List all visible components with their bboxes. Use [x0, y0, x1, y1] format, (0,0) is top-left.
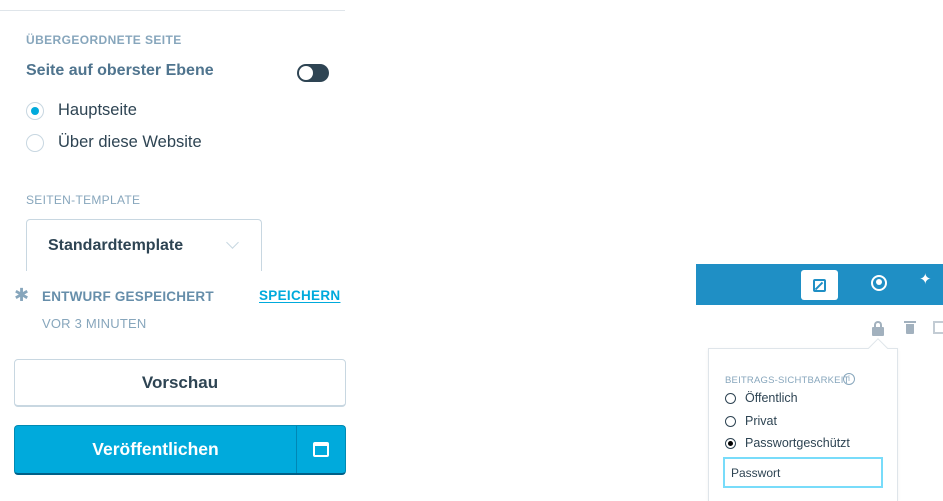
page-template-value: Standardtemplate: [48, 236, 184, 254]
draft-time: VOR 3 MINUTEN: [42, 316, 147, 331]
trash-icon[interactable]: [904, 321, 916, 334]
radio-button[interactable]: [26, 133, 44, 152]
parent-option-label: Hauptseite: [58, 101, 137, 119]
password-input[interactable]: [723, 457, 883, 488]
visibility-option-label: Öffentlich: [745, 391, 798, 405]
preview-button[interactable]: Vorschau: [14, 359, 346, 407]
top-divider: [0, 10, 345, 11]
radio-button-selected[interactable]: [725, 437, 736, 449]
calendar-icon: [313, 442, 329, 457]
parent-option-about[interactable]: Über diese Website: [26, 133, 202, 152]
page-template-select[interactable]: Standardtemplate: [26, 219, 262, 271]
visibility-option-password[interactable]: Passwortgeschützt: [725, 436, 850, 450]
pin-icon[interactable]: ✦: [919, 272, 932, 288]
page-template-label: SEITEN-TEMPLATE: [26, 193, 141, 207]
lock-body: [872, 327, 884, 336]
chevron-down-icon: [226, 236, 239, 249]
edit-icon: [813, 278, 826, 292]
visibility-option-private[interactable]: Privat: [725, 414, 777, 428]
radio-button-selected[interactable]: [26, 101, 44, 120]
avatar-icon[interactable]: [871, 275, 887, 291]
visibility-label: BEITRAGS-SICHTBARKEIT: [725, 375, 850, 386]
gear-icon: ✱: [14, 285, 30, 305]
trash-lid: [904, 321, 916, 323]
schedule-button[interactable]: [297, 426, 345, 473]
publish-button-label: Veröffentlichen: [92, 439, 219, 459]
info-icon[interactable]: i: [843, 373, 855, 385]
radio-button[interactable]: [725, 392, 736, 404]
toggle-knob: [299, 66, 313, 80]
radio-button[interactable]: [725, 415, 736, 427]
lock-icon[interactable]: [872, 321, 884, 336]
preview-button-label: Vorschau: [141, 372, 219, 392]
visibility-option-label: Privat: [745, 414, 777, 428]
toplevel-toggle[interactable]: [297, 64, 329, 82]
parent-page-label: ÜBERGEORDNETE SEITE: [26, 33, 182, 47]
save-link[interactable]: SPEICHERN: [259, 288, 340, 303]
external-link-icon[interactable]: [933, 321, 943, 334]
edit-button[interactable]: [801, 270, 838, 300]
visibility-option-public[interactable]: Öffentlich: [725, 391, 798, 405]
parent-option-label: Über diese Website: [58, 133, 202, 151]
visibility-option-label: Passwortgeschützt: [745, 436, 850, 450]
toplevel-label: Seite auf oberster Ebene: [26, 62, 214, 79]
draft-status: ENTWURF GESPEICHERT: [42, 289, 214, 304]
parent-option-hauptseite[interactable]: Hauptseite: [26, 101, 137, 120]
trash-body: [906, 324, 914, 334]
publish-button[interactable]: Veröffentlichen: [15, 426, 296, 473]
publish-button-group: Veröffentlichen: [14, 425, 346, 475]
